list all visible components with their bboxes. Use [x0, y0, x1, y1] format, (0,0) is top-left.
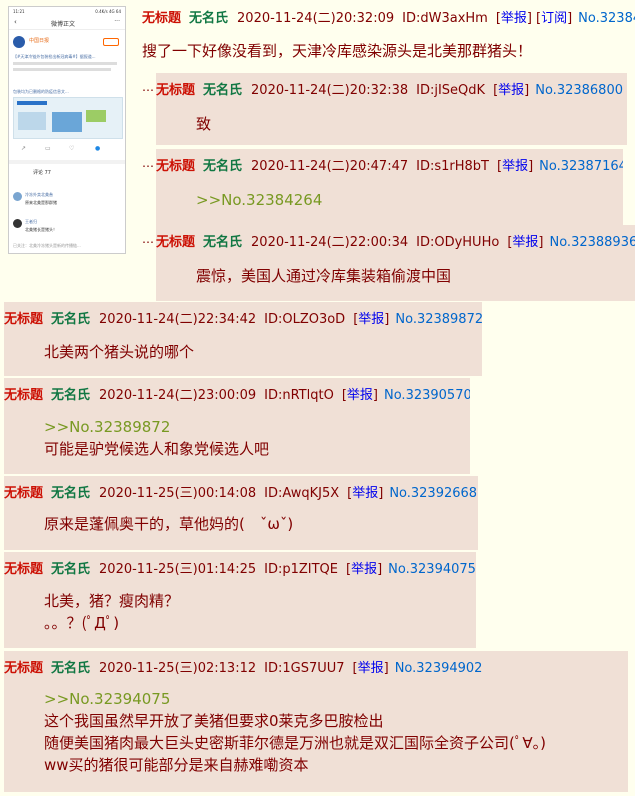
thumb-back-icon: ‹ — [14, 18, 17, 26]
reply-text: 致 — [196, 115, 212, 133]
reply-post: 无标题 无名氏 2020-11-25(三)02:13:12 ID:1GS7UU7 [举报… — [4, 651, 628, 792]
quote-link[interactable]: >>No.32394075 — [44, 688, 170, 710]
op-header: 无标题 无名氏 2020-11-24(二)20:32:09 ID:dW3axHm [举报… — [142, 7, 635, 26]
reply-text: ww买的猪很可能部分是来自赫难嘞资本 — [44, 756, 309, 774]
reply-text: 这个我国虽然早开放了美猪但要求0莱克多巴胺检出 — [44, 712, 384, 730]
reply-text: 。。？(ﾟДﾟ) — [44, 614, 120, 632]
reply-text: 可能是驴党候选人和象党候选人吧 — [44, 440, 270, 458]
reply-text: 震惊，美国人通过冷库集装箱偷渡中国 — [196, 267, 452, 285]
reply-text: 随便美国猪肉最大巨头史密斯菲尔德是万洲也就是双汇国际全资子公司(ﾟ∀。) — [44, 734, 546, 752]
thumb-user: 中国日报 — [29, 38, 50, 44]
reply-header: 无标题 无名氏 2020-11-24(二)20:32:38 ID:jISeQdK [举报… — [156, 83, 623, 98]
post-image-thumbnail[interactable]: 11:21 0.4K/s 4G 64 ‹ 微博正文 ··· 中国日报 【#天津冷… — [8, 6, 126, 254]
post-number[interactable]: No.32394075 — [388, 562, 476, 577]
thumb-divider — [9, 160, 125, 164]
thumb-comment-icon: ▭ — [45, 145, 51, 152]
thumb-footer: 已关注：北美冷冻猪头是新的传播链... — [13, 243, 81, 248]
thumb-status-time: 11:21 — [13, 9, 25, 14]
thumb-comment-avatar — [13, 219, 22, 228]
reply-header: 无标题 无名氏 2020-11-25(三)01:14:25 ID:p1ZITQE [举报… — [4, 562, 476, 577]
reply-post: 无标题 无名氏 2020-11-24(二)20:47:47 ID:s1rH8bT [举报… — [156, 149, 623, 225]
thumb-more-icon: ··· — [114, 18, 120, 25]
thumb-comment-avatar — [13, 192, 22, 201]
report-link[interactable]: [举报] — [493, 83, 529, 98]
post-number[interactable]: No.32394902 — [395, 661, 483, 676]
thumb-text-line — [13, 68, 111, 71]
quote-link[interactable]: >>No.32384264 — [196, 189, 322, 211]
thumb-text-line — [13, 62, 117, 65]
thumb-follow-button — [103, 38, 119, 46]
report-link[interactable]: [举报] — [342, 388, 378, 403]
reply-arrow: … — [142, 80, 154, 94]
reply-post: 无标题 无名氏 2020-11-24(二)20:32:38 ID:jISeQdK [举报… — [156, 73, 627, 145]
thumb-comment-text: 北美猪长是猪头！ — [25, 227, 57, 232]
thumb-like-icon: ♡ — [69, 145, 75, 152]
reply-arrow: … — [142, 156, 154, 170]
thumb-dot-icon: ● — [95, 145, 101, 152]
reply-post: 无标题 无名氏 2020-11-24(二)22:34:42 ID:OLZO3oD [举报… — [4, 302, 482, 376]
post-number[interactable]: No.32388936 — [549, 235, 635, 250]
thumb-avatar — [13, 36, 25, 48]
thumb-comment-user: 王者归 — [25, 219, 37, 224]
reply-header: 无标题 无名氏 2020-11-24(二)22:34:42 ID:OLZO3oD [举报… — [4, 312, 482, 327]
reply-header: 无标题 无名氏 2020-11-25(三)00:14:08 ID:AwqKJ5X [举报… — [4, 486, 478, 501]
report-link[interactable]: [举报] — [353, 312, 389, 327]
post-number[interactable]: No.32390570 — [384, 388, 470, 403]
op-id: ID:dW3axHm — [402, 11, 488, 26]
reply-post: 无标题 无名氏 2020-11-24(二)23:00:09 ID:nRTlqtO [举报… — [4, 378, 470, 474]
post-number[interactable]: No.32387164 — [539, 159, 623, 174]
reply-text: 北美两个猪头说的哪个 — [44, 343, 195, 361]
thumb-caption: 包装均为已删格的防疫信息文... — [13, 89, 69, 94]
reply-arrow: … — [142, 232, 154, 246]
thumb-status-bar: 11:21 0.4K/s 4G 64 — [9, 7, 125, 17]
thumb-text: 【#天津冷链外包装检出新冠病毒#】据报道... — [13, 54, 121, 71]
reply-header: 无标题 无名氏 2020-11-25(三)02:13:12 ID:1GS7UU7 [举报… — [4, 661, 483, 676]
post-number[interactable]: No.32386800 — [535, 83, 623, 98]
thumb-share-icon: ↗ — [21, 145, 27, 152]
op-date: 2020-11-24(二)20:32:09 — [237, 11, 395, 26]
report-link[interactable]: [举报] — [353, 661, 389, 676]
reply-post: 无标题 无名氏 2020-11-24(二)22:00:34 ID:ODyHUHo [举报… — [156, 225, 635, 301]
op-report-link[interactable]: [举报] — [496, 11, 532, 26]
thumb-title: 微博正文 — [51, 21, 76, 28]
op-post-number[interactable]: No.32384264 — [578, 11, 635, 26]
reply-text: 北美，猪？瘦肉精？ — [44, 592, 180, 610]
post-number[interactable]: No.32392668 — [389, 486, 477, 501]
thumb-comment-text: 原来北美是那群猪 — [25, 200, 57, 205]
reply-header: 无标题 无名氏 2020-11-24(二)20:47:47 ID:s1rH8bT [举报… — [156, 155, 623, 174]
reply-header: 无标题 无名氏 2020-11-24(二)23:00:09 ID:nRTlqtO [举报… — [4, 388, 470, 403]
report-link[interactable]: [举报] — [346, 562, 382, 577]
report-link[interactable]: [举报] — [347, 486, 383, 501]
op-name: 无名氏 — [189, 11, 229, 26]
thumb-comment-user: 冷冻外卖北美叁 — [25, 192, 53, 197]
post-number[interactable]: No.32389872 — [395, 312, 482, 327]
op-title: 无标题 — [142, 11, 182, 26]
thumb-action-bar: ↗ ▭ ♡ ● — [9, 145, 125, 155]
thumb-status-right: 0.4K/s 4G 64 — [95, 9, 121, 14]
reply-post: 无标题 无名氏 2020-11-25(三)01:14:25 ID:p1ZITQE [举报… — [4, 552, 476, 648]
reply-text: 原来是蓬佩奥干的，草他妈的( ˇωˇ) — [44, 515, 294, 533]
thumb-comment-header: 评论 77 — [33, 170, 51, 176]
report-link[interactable]: [举报] — [497, 159, 533, 174]
report-link[interactable]: [举报] — [507, 235, 543, 250]
quote-link[interactable]: >>No.32389872 — [44, 416, 170, 438]
reply-post: 无标题 无名氏 2020-11-25(三)00:14:08 ID:AwqKJ5X [举报… — [4, 476, 478, 550]
op-text: 搜了一下好像没看到，天津冷库感染源头是北美那群猪头！ — [142, 42, 533, 60]
thumb-infographic — [13, 97, 123, 139]
reply-header: 无标题 无名氏 2020-11-24(二)22:00:34 ID:ODyHUHo [举报… — [156, 231, 635, 250]
op-subscribe-link[interactable]: [订阅] — [536, 11, 572, 26]
thumb-title-bar: ‹ 微博正文 ··· — [9, 17, 125, 30]
